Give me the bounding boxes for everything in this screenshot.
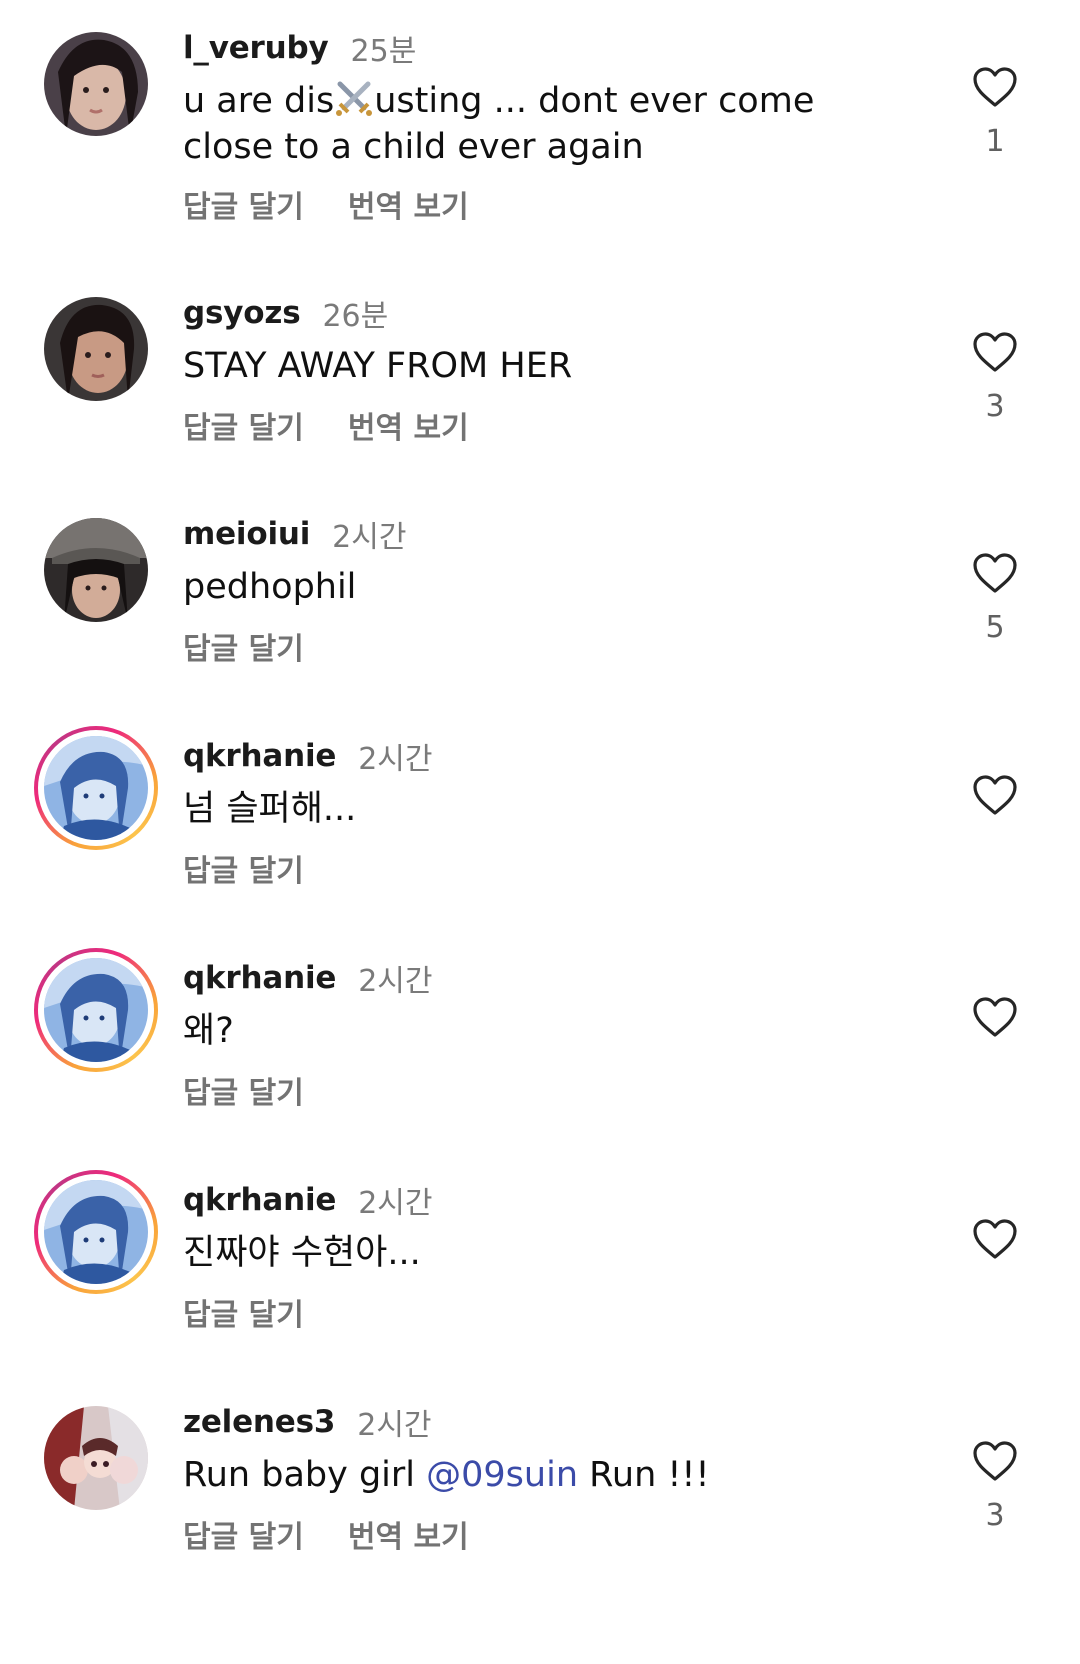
avatar (44, 1180, 148, 1284)
translate-button[interactable]: 번역 보기 (348, 182, 469, 226)
like-control: 1 (966, 66, 1024, 159)
like-control: 5 (966, 552, 1024, 645)
like-control (966, 996, 1024, 1054)
comment-text: Run baby girl @09suin Run !!! (183, 1455, 710, 1495)
timestamp: 25분 (350, 34, 417, 69)
avatar[interactable] (44, 518, 148, 622)
comment-text: 넘 슬퍼해... (183, 789, 357, 829)
avatar[interactable] (44, 1406, 148, 1510)
reply-button[interactable]: 답글 달기 (183, 1290, 304, 1334)
comment-header: qkrhanie 2시간 (183, 958, 433, 999)
reply-button[interactable]: 답글 달기 (183, 403, 304, 447)
username[interactable]: qkrhanie (183, 1182, 336, 1218)
timestamp: 2시간 (358, 964, 433, 999)
timestamp: 2시간 (358, 1186, 433, 1221)
username[interactable]: qkrhanie (183, 960, 336, 996)
like-count: 3 (985, 1498, 1005, 1533)
translate-button[interactable]: 번역 보기 (348, 1512, 469, 1556)
heart-outline-icon[interactable] (972, 1440, 1018, 1482)
timestamp: 2시간 (358, 742, 433, 777)
translate-button[interactable]: 번역 보기 (348, 403, 469, 447)
username[interactable]: zelenes3 (183, 1404, 335, 1440)
avatar (44, 958, 148, 1062)
comment-actions: 답글 달기 번역 보기 (183, 182, 513, 226)
comment-text: 진짜야 수현아... (183, 1233, 421, 1273)
timestamp: 2시간 (357, 1408, 432, 1443)
reply-button[interactable]: 답글 달기 (183, 1512, 304, 1556)
username[interactable]: meioiui (183, 516, 310, 552)
avatar (44, 736, 148, 840)
like-control: 3 (966, 331, 1024, 424)
like-count: 5 (985, 610, 1005, 645)
comment-text: u are dis usting ... dont ever come clos… (183, 78, 903, 170)
comment-header: zelenes3 2시간 (183, 1402, 432, 1443)
comment-actions: 답글 달기 (183, 624, 348, 668)
heart-outline-icon[interactable] (972, 1218, 1018, 1260)
avatar-story-ring[interactable] (34, 726, 158, 850)
comment-actions: 답글 달기 번역 보기 (183, 1512, 513, 1556)
heart-outline-icon[interactable] (972, 996, 1018, 1038)
comment-actions: 답글 달기 (183, 1290, 348, 1334)
avatar[interactable] (44, 32, 148, 136)
reply-button[interactable]: 답글 달기 (183, 1068, 304, 1112)
comment-text: STAY AWAY FROM HER (183, 346, 573, 386)
username[interactable]: gsyozs (183, 295, 301, 331)
comment-header: qkrhanie 2시간 (183, 736, 433, 777)
like-count: 1 (985, 124, 1005, 159)
like-control: 3 (966, 1440, 1024, 1533)
comment-header: l_veruby 25분 (183, 28, 417, 69)
comment-text: pedhophil (183, 567, 357, 607)
heart-outline-icon[interactable] (972, 331, 1018, 373)
comment-actions: 답글 달기 번역 보기 (183, 403, 513, 447)
comment-header: gsyozs 26분 (183, 293, 389, 334)
crossed-swords-emoji-icon (336, 81, 373, 116)
like-control (966, 774, 1024, 832)
like-count: 3 (985, 389, 1005, 424)
comment-text: 왜? (183, 1011, 234, 1051)
username[interactable]: l_veruby (183, 30, 329, 66)
username[interactable]: qkrhanie (183, 738, 336, 774)
comment-header: qkrhanie 2시간 (183, 1180, 433, 1221)
heart-outline-icon[interactable] (972, 774, 1018, 816)
timestamp: 26분 (322, 299, 389, 334)
reply-button[interactable]: 답글 달기 (183, 846, 304, 890)
heart-outline-icon[interactable] (972, 552, 1018, 594)
avatar[interactable] (44, 297, 148, 401)
heart-outline-icon[interactable] (972, 66, 1018, 108)
like-control (966, 1218, 1024, 1276)
comment-actions: 답글 달기 (183, 1068, 348, 1112)
avatar-story-ring[interactable] (34, 1170, 158, 1294)
timestamp: 2시간 (332, 520, 407, 555)
reply-button[interactable]: 답글 달기 (183, 624, 304, 668)
comment-header: meioiui 2시간 (183, 514, 407, 555)
reply-button[interactable]: 답글 달기 (183, 182, 304, 226)
avatar-story-ring[interactable] (34, 948, 158, 1072)
user-mention-link[interactable]: @09suin (426, 1455, 578, 1495)
comment-actions: 답글 달기 (183, 846, 348, 890)
